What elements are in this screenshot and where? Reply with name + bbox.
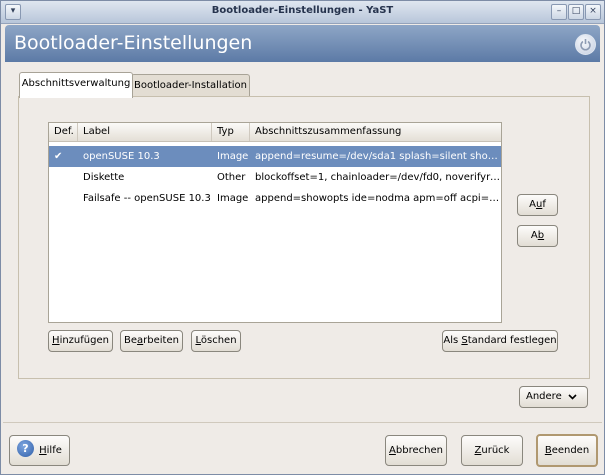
down-label-pre: A — [530, 230, 538, 241]
column-header-summary[interactable]: Abschnittszusammenfassung — [250, 123, 501, 141]
chevron-down-icon — [568, 394, 577, 400]
cancel-label-mnemonic: A — [389, 445, 396, 456]
help-label-mnemonic: H — [39, 445, 47, 456]
yast-window: ▾ Bootloader-Einstellungen - YaST – □ × … — [0, 0, 605, 475]
up-label-pre: A — [529, 199, 536, 210]
edit-button[interactable]: Bearbeiten — [120, 330, 183, 352]
back-label-post: urück — [481, 445, 510, 456]
tab-abschnittsverwaltung[interactable]: Abschnittsverwaltung — [19, 72, 133, 98]
cancel-label-post: bbrechen — [395, 445, 443, 456]
back-button[interactable]: Zurück — [461, 435, 523, 466]
add-label-post: inzufügen — [59, 335, 109, 346]
page-title: Bootloader-Einstellungen — [14, 32, 253, 54]
help-icon: ? — [17, 440, 34, 457]
edit-label-pre: Be — [124, 335, 138, 346]
row-label: Diskette — [83, 172, 125, 183]
edit-label-post: rbeiten — [143, 335, 179, 346]
down-label-mnemonic: b — [537, 230, 545, 241]
row-summary: append=resume=/dev/sda1 splash=silent sh… — [255, 151, 500, 162]
cancel-button[interactable]: Abbrechen — [385, 435, 447, 466]
up-button[interactable]: Auf — [517, 194, 558, 216]
row-summary: blockoffset=1, chainloader=/dev/fd0, nov… — [255, 172, 500, 183]
row-type: Other — [217, 172, 246, 183]
row-type: Image — [217, 151, 249, 162]
row-type: Image — [217, 193, 249, 204]
down-button[interactable]: Ab — [517, 225, 558, 247]
row-default — [49, 167, 78, 188]
delete-button[interactable]: Löschen — [191, 330, 241, 352]
tab-bootloader-installation[interactable]: Bootloader-Installation — [131, 74, 250, 97]
finish-button[interactable]: Beenden — [536, 434, 598, 467]
default-check-icon: ✔ — [54, 151, 63, 162]
help-button[interactable]: ? Hilfe — [9, 435, 70, 466]
help-label-post: ilfe — [46, 445, 62, 456]
other-label: Andere — [526, 391, 562, 402]
set-default-label-post: tandard festlegen — [467, 335, 557, 346]
column-header-label[interactable]: Label — [78, 123, 212, 141]
set-default-button[interactable]: Als Standard festlegen — [442, 330, 558, 352]
up-label-post: f — [542, 199, 546, 210]
minimize-icon[interactable]: – — [551, 4, 567, 20]
set-default-label-pre: Als — [443, 335, 462, 346]
title-bar[interactable]: ▾ Bootloader-Einstellungen - YaST – □ × — [1, 1, 604, 24]
separator — [3, 422, 602, 423]
column-header-type[interactable]: Typ — [212, 123, 250, 141]
other-menu-button[interactable]: Andere — [519, 386, 588, 408]
add-label-mnemonic: H — [52, 335, 60, 346]
table-row[interactable]: Diskette Other blockoffset=1, chainloade… — [49, 167, 501, 188]
row-summary: append=showopts ide=nodma apm=off acpi=o… — [255, 193, 500, 204]
close-icon[interactable]: × — [585, 4, 601, 20]
row-default — [49, 188, 78, 209]
finish-label-post: eenden — [551, 445, 590, 456]
row-label: Failsafe -- openSUSE 10.3 — [83, 193, 211, 204]
finish-label-mnemonic: B — [544, 445, 552, 456]
delete-label-post: öschen — [200, 335, 237, 346]
window-title: Bootloader-Einstellungen - YaST — [211, 5, 394, 16]
table-row[interactable]: ✔ openSUSE 10.3 Image append=resume=/dev… — [49, 146, 501, 167]
row-label: openSUSE 10.3 — [83, 151, 160, 162]
power-icon — [575, 34, 596, 55]
section-table[interactable]: Def. Label Typ Abschnittszusammenfassung… — [48, 122, 502, 323]
column-header-def[interactable]: Def. — [49, 123, 78, 141]
header-banner: Bootloader-Einstellungen — [5, 25, 600, 62]
table-row[interactable]: Failsafe -- openSUSE 10.3 Image append=s… — [49, 188, 501, 209]
table-header: Def. Label Typ Abschnittszusammenfassung — [49, 123, 501, 142]
add-button[interactable]: Hinzufügen — [48, 330, 113, 352]
maximize-icon[interactable]: □ — [568, 4, 584, 20]
